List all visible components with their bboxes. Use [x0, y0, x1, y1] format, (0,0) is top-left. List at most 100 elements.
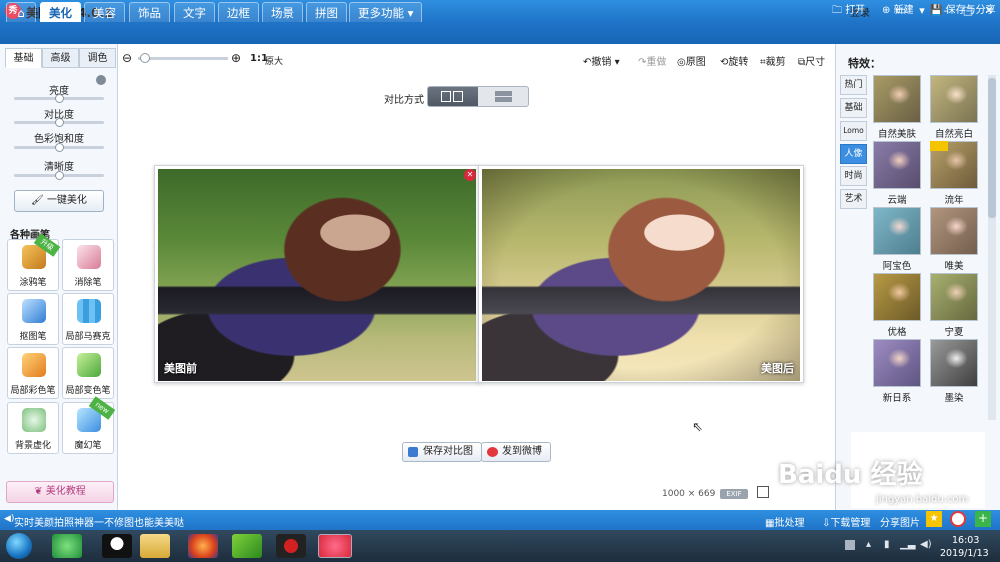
beautify-tutorial-button[interactable]: ❦ 美化教程 — [6, 481, 114, 503]
fit-window-icon[interactable] — [757, 486, 769, 498]
effect-natural-skin[interactable]: 自然美肤 — [873, 75, 921, 140]
clock-date[interactable]: 2019/1/13 — [940, 548, 989, 559]
zoom-knob[interactable] — [140, 53, 150, 63]
subtab-basic[interactable]: 基础 — [5, 48, 42, 68]
saturation-knob[interactable] — [54, 143, 64, 152]
effect-ink-wash[interactable]: 墨染 — [930, 339, 978, 404]
tab-accessories[interactable]: 饰品 — [129, 2, 170, 22]
effect-cloud[interactable]: 云端 — [873, 141, 921, 206]
redo-button[interactable]: ↷重做 — [638, 53, 666, 68]
network-icon[interactable]: ▮ — [884, 539, 890, 550]
contrast-knob[interactable] — [54, 118, 64, 127]
tab-text[interactable]: 文字 — [174, 2, 215, 22]
after-photo[interactable]: 美图后 — [482, 169, 800, 381]
effect-ningxia[interactable]: 宁夏 — [930, 273, 978, 338]
tab-beautify[interactable]: 美化 — [40, 2, 81, 22]
category-lomo[interactable]: Lomo — [840, 121, 867, 141]
batch-process-button[interactable]: ▦批处理 — [765, 514, 804, 529]
crop-button[interactable]: ⌗裁剪 — [760, 53, 786, 68]
category-hot[interactable]: 热门 — [840, 75, 867, 95]
tool-background-blur[interactable]: 背景虚化 — [7, 402, 59, 454]
save-icon — [408, 447, 418, 457]
zoom-out-icon[interactable]: ⊖ — [122, 51, 132, 65]
contrast-slider[interactable] — [14, 118, 104, 127]
save-comparison-button[interactable]: 保存对比图 — [402, 442, 482, 462]
signal-icon[interactable]: ▁▃ — [900, 539, 915, 550]
volume-icon[interactable]: ◀) — [920, 539, 932, 550]
status-message[interactable]: 实时美颜拍照神器一不修图也能美美哒 — [14, 514, 184, 529]
tool-local-color-pen[interactable]: 局部彩色笔 — [7, 347, 59, 399]
effect-natural-brighten[interactable]: 自然亮白 — [930, 75, 978, 140]
keyboard-icon[interactable] — [845, 540, 855, 550]
sharpness-slider[interactable] — [14, 171, 104, 180]
effect-new-japanese[interactable]: 新日系 — [873, 339, 921, 404]
original-image-button[interactable]: ◎原图 — [677, 53, 706, 68]
category-basic[interactable]: 基础 — [840, 98, 867, 118]
side-by-side-mode-button[interactable] — [428, 87, 478, 106]
effect-thumbnail — [873, 339, 921, 387]
undo-button[interactable]: ↶撤销 ▾ — [583, 53, 620, 68]
new-button[interactable]: ⊕ 新建 — [882, 4, 914, 18]
sharpness-knob[interactable] — [54, 171, 64, 180]
effect-abao-color[interactable]: 阿宝色 — [873, 207, 921, 272]
effect-time-flow[interactable]: 流年 — [930, 141, 978, 206]
add-share-icon[interactable]: + — [975, 511, 991, 527]
tab-more-features[interactable]: 更多功能 ▾ — [349, 2, 423, 22]
menu-icon[interactable]: ▾ — [914, 3, 930, 19]
category-fashion[interactable]: 时尚 — [840, 166, 867, 186]
saturation-slider[interactable] — [14, 143, 104, 152]
meitu-taskbar-icon[interactable] — [318, 534, 352, 558]
brightness-knob[interactable] — [54, 94, 64, 103]
effect-aesthetic[interactable]: 唯美 — [930, 207, 978, 272]
exif-button[interactable]: EXIF — [720, 489, 748, 499]
tool-doodle-pen[interactable]: 升级 涂鸦笔 — [7, 233, 61, 291]
tool-cutout-pen[interactable]: 抠图笔 — [7, 293, 59, 345]
tool-magic-pen[interactable]: new 魔幻笔 — [62, 396, 116, 454]
home-icon[interactable]: ⌂ — [6, 2, 36, 22]
tool-eraser-pen[interactable]: 消除笔 — [62, 239, 114, 291]
stacked-mode-button[interactable] — [480, 87, 528, 106]
start-button-icon[interactable] — [6, 533, 32, 559]
save-share-button[interactable]: 💾 保存与分享 — [930, 4, 996, 18]
rotate-button[interactable]: ⟲旋转 — [720, 53, 748, 68]
effect-label: 云端 — [887, 195, 907, 206]
ribbon-icon: ❦ — [34, 486, 43, 497]
share-image-button[interactable]: 分享图片 — [880, 514, 920, 529]
original-size-label[interactable]: 原大 — [265, 54, 283, 67]
close-photo-icon[interactable]: ✕ — [464, 169, 476, 181]
browser-360-icon[interactable] — [52, 534, 82, 558]
tab-frames[interactable]: 边框 — [218, 2, 259, 22]
category-portrait[interactable]: 人像 — [840, 144, 867, 164]
file-explorer-icon[interactable] — [140, 534, 170, 558]
effect-yogurt[interactable]: 优格 — [873, 273, 921, 338]
paintbrush-icon — [22, 353, 46, 377]
clock-time[interactable]: 16:03 — [952, 535, 979, 546]
media-player-icon[interactable] — [232, 534, 262, 558]
effects-scrollbar-thumb[interactable] — [988, 78, 996, 218]
category-art[interactable]: 艺术 — [840, 189, 867, 209]
before-photo[interactable]: 美图前 — [158, 169, 476, 381]
download-manager-button[interactable]: ⇩下载管理 — [822, 514, 870, 529]
tool-local-mosaic[interactable]: 局部马赛克 — [62, 293, 114, 345]
open-button[interactable]: 🗀 打开 — [832, 4, 865, 18]
one-key-beautify-button[interactable]: 🖌 一键美化 — [14, 190, 104, 212]
subtab-color[interactable]: 调色 — [79, 48, 116, 68]
zoom-slider[interactable] — [138, 57, 228, 60]
zoom-in-icon[interactable]: ⊕ — [231, 51, 241, 65]
resize-button[interactable]: ⧉尺寸 — [798, 53, 825, 68]
subtab-advanced[interactable]: 高级 — [42, 48, 79, 68]
post-to-weibo-button[interactable]: 发到微博 — [481, 442, 551, 462]
tab-skin[interactable]: 美容 — [84, 2, 125, 22]
qq-icon[interactable] — [102, 534, 132, 558]
record-icon[interactable] — [276, 534, 306, 558]
firefox-icon[interactable] — [188, 534, 218, 558]
original-icon: ◎ — [677, 57, 686, 68]
brightness-slider[interactable] — [14, 94, 104, 103]
tray-arrow-icon[interactable]: ▴ — [866, 539, 871, 550]
star-icon[interactable]: ★ — [926, 511, 942, 527]
tab-collage[interactable]: 拼图 — [306, 2, 347, 22]
tool-local-recolor-pen[interactable]: 局部变色笔 — [62, 347, 114, 399]
menu-bar — [0, 22, 1000, 44]
tab-scenes[interactable]: 场景 — [262, 2, 303, 22]
weibo-share-icon[interactable] — [950, 511, 966, 527]
